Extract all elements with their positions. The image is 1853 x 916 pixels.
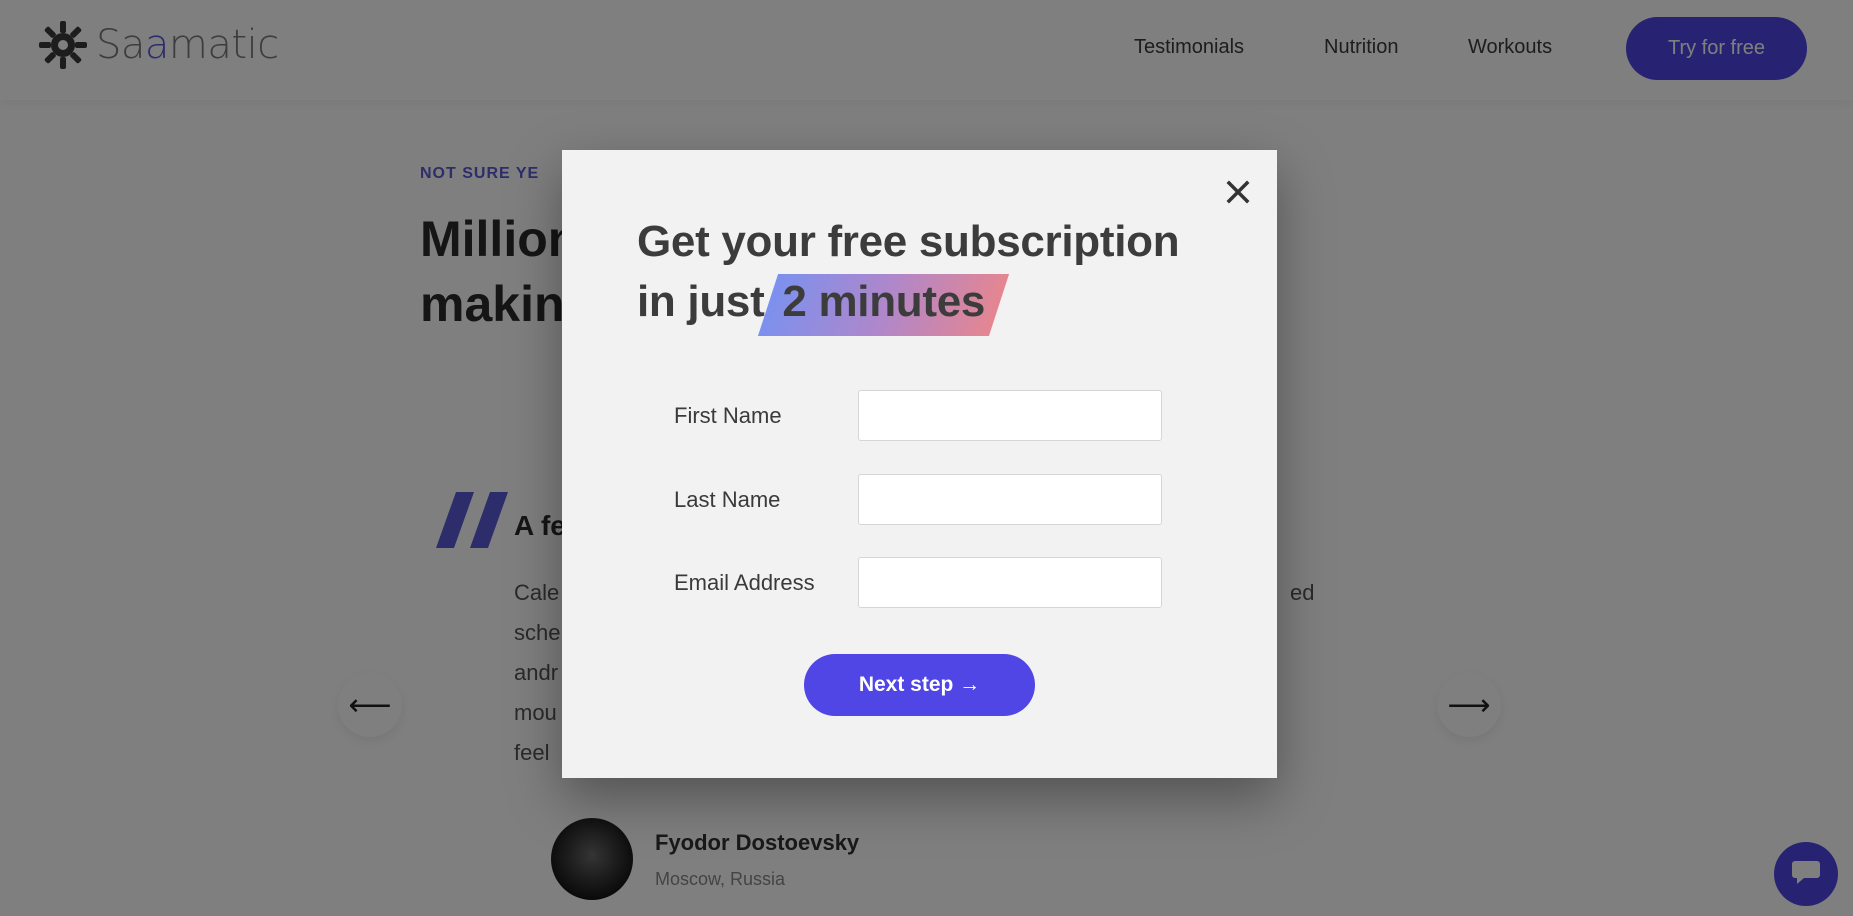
last-name-label: Last Name [674,487,781,512]
first-name-field[interactable] [858,390,1162,441]
first-name-label: First Name [674,403,782,428]
close-icon [1226,180,1250,209]
next-step-button[interactable]: Next step → [804,654,1035,716]
modal-title-line1: Get your free subscription [637,217,1180,266]
email-row: Email Address [674,557,1164,611]
email-label: Email Address [674,570,815,595]
modal-title: Get your free subscription in just 2 min… [637,212,1237,336]
modal-title-line2: in just 2 minutes [637,272,1237,336]
modal-title-prefix: in just [637,277,765,326]
last-name-field[interactable] [858,474,1162,525]
modal-title-highlight: 2 minutes [758,272,1010,336]
email-field[interactable] [858,557,1162,608]
modal-title-highlight-text: 2 minutes [782,277,986,326]
last-name-row: Last Name [674,474,1164,528]
close-button[interactable] [1220,176,1256,212]
subscription-modal: Get your free subscription in just 2 min… [562,150,1277,778]
first-name-row: First Name [674,390,1164,444]
